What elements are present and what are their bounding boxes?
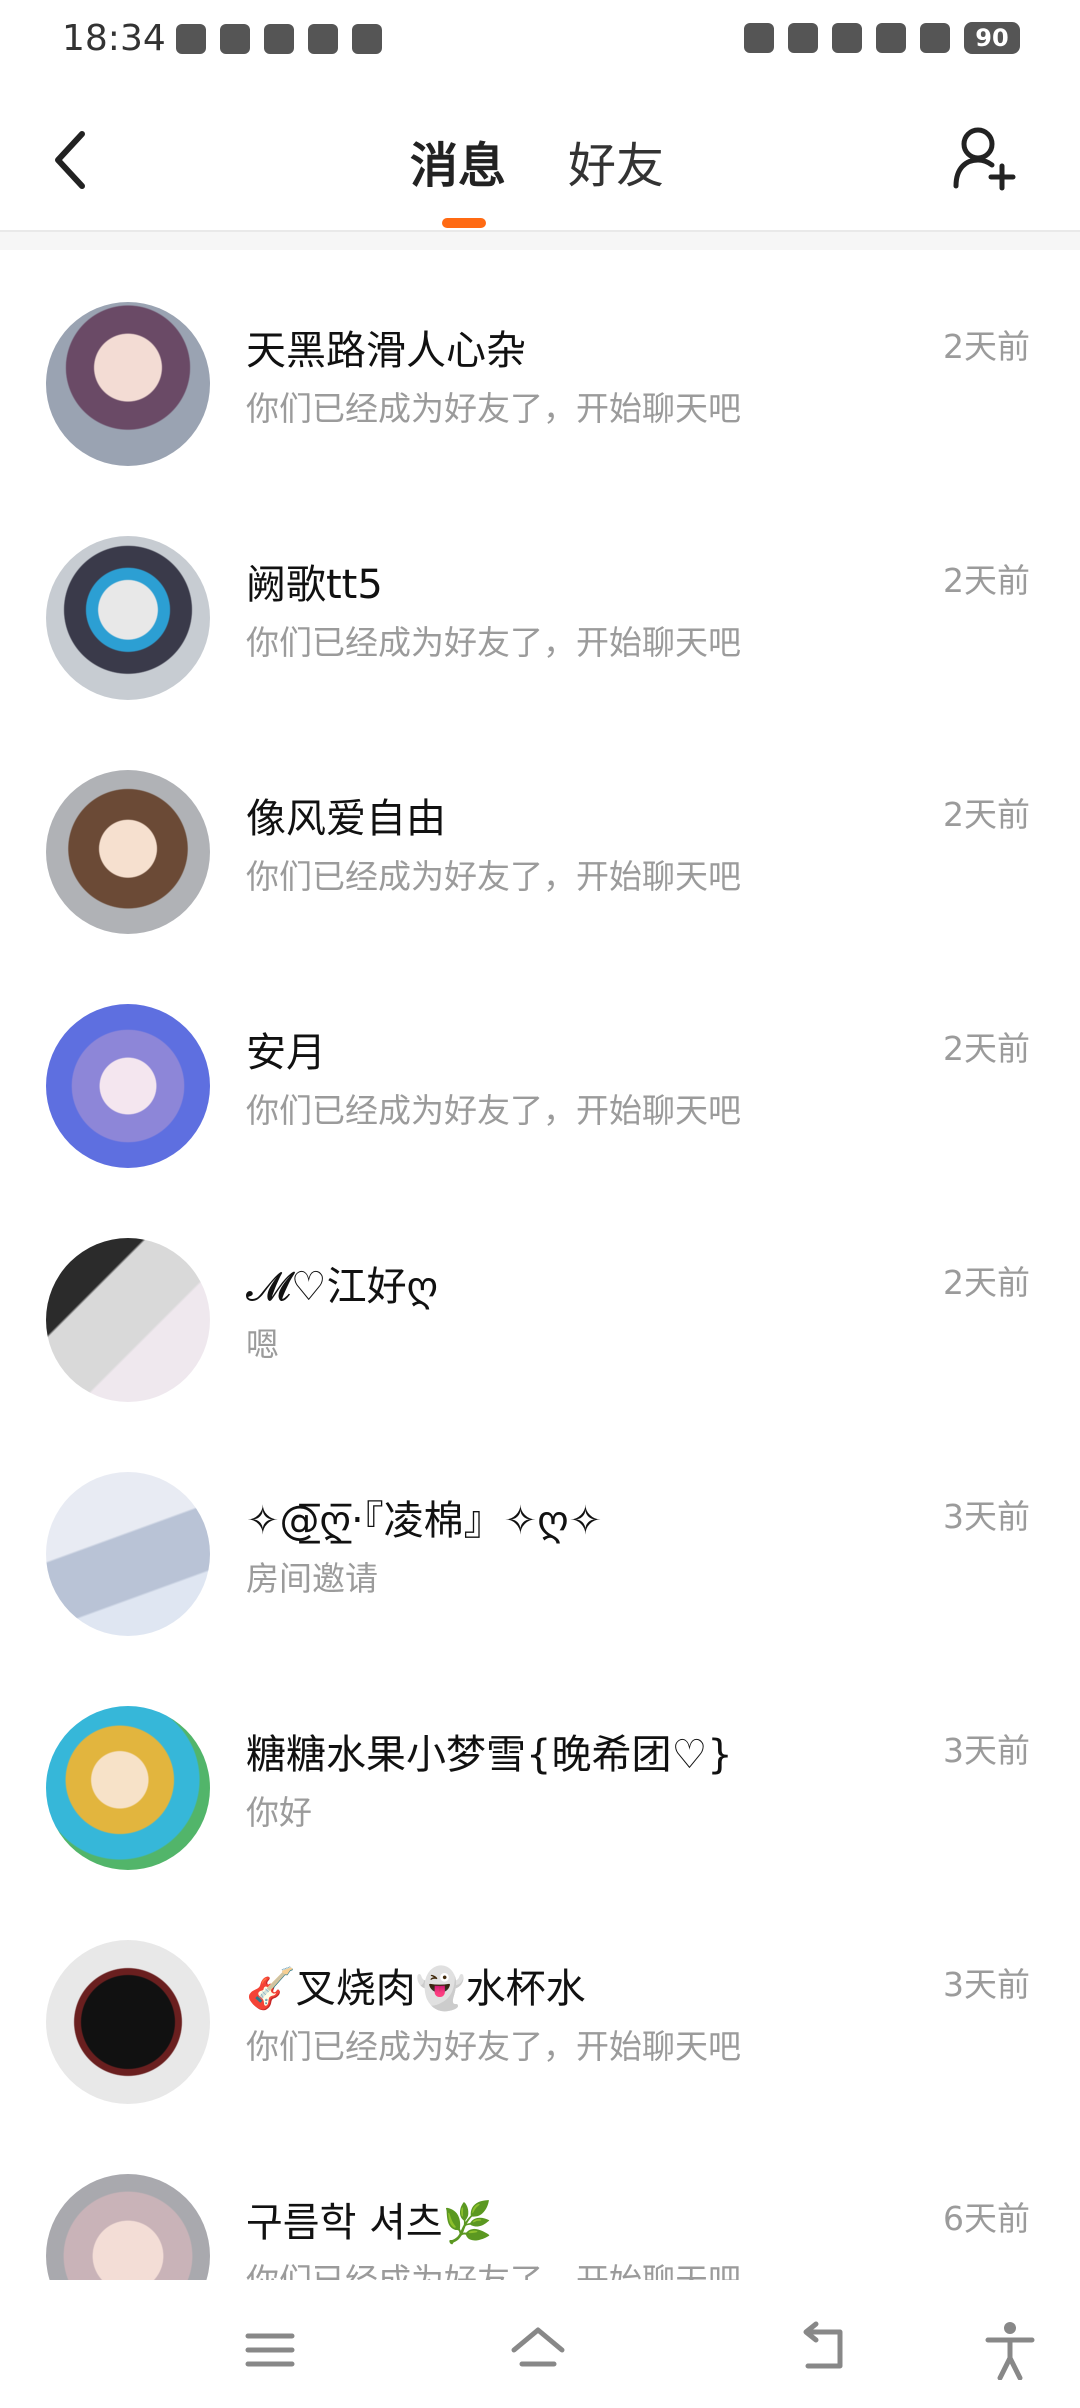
chat-name: 糖糖水果小梦雪{晚希团♡} [246,1732,733,1778]
chat-time: 3天前 [943,1497,1030,1536]
chat-preview: 你们已经成为好友了，开始聊天吧 [246,389,741,428]
chat-item[interactable]: 天黑路滑人心杂 你们已经成为好友了，开始聊天吧 2天前 [0,268,1080,502]
tab-messages[interactable]: 消息 [410,126,506,196]
home-icon [511,2327,565,2367]
chat-time: 2天前 [943,327,1030,366]
chat-item[interactable]: 像风爱自由 你们已经成为好友了，开始聊天吧 2天前 [0,736,1080,970]
back-icon [803,2321,843,2369]
avatar [46,2174,210,2280]
chat-name: 阙歌tt5 [246,562,383,608]
chat-time: 3天前 [943,1731,1030,1770]
chat-item[interactable]: 🎸叉烧肉👻水杯水 你们已经成为好友了，开始聊天吧 3天前 [0,1906,1080,2140]
chat-name: 安月 [246,1030,326,1076]
add-user-icon [953,127,1016,191]
chat-name: 🎸叉烧肉👻水杯水 [246,1966,586,2012]
chat-time: 3天前 [943,1965,1030,2004]
chat-list: 天黑路滑人心杂 你们已经成为好友了，开始聊天吧 2天前 阙歌tt5 你们已经成为… [0,250,1080,2280]
chat-preview: 你好 [246,1793,312,1832]
chat-name: 𝓜♡江好ღ [246,1264,439,1310]
chat-time: 2天前 [943,561,1030,600]
system-nav-bar [0,2280,1080,2408]
avatar [46,1940,210,2104]
avatar [46,1238,210,1402]
wifi-icon [920,23,950,53]
chat-time: 6天前 [943,2199,1030,2238]
chat-preview: 你们已经成为好友了，开始聊天吧 [246,1091,741,1130]
vibrate-icon [788,23,818,53]
chevron-left-icon [55,131,85,189]
avatar [46,1472,210,1636]
mail-icon [308,24,338,54]
chat-preview: 你们已经成为好友了，开始聊天吧 [246,857,741,896]
chat-preview: 你们已经成为好友了，开始聊天吧 [246,623,741,662]
chat-name: 구름학 셔츠🌿 [246,2200,493,2246]
cloud-icon [264,24,294,54]
chat-name: 像风爱自由 [246,796,446,842]
status-bar: 18:34 90 [0,0,1080,84]
chat-item[interactable]: 安月 你们已经成为好友了，开始聊天吧 2天前 [0,970,1080,1204]
alarm-icon [744,23,774,53]
chat-item[interactable]: 糖糖水果小梦雪{晚希团♡} 你好 3天前 [0,1672,1080,1906]
home-button[interactable] [508,2320,568,2380]
chat-name: 天黑路滑人心杂 [246,328,526,374]
add-friend-button[interactable] [950,122,1020,192]
signal-icon [876,23,906,53]
back-button[interactable] [44,120,104,200]
header-band [0,232,1080,250]
menu-icon [245,2333,295,2367]
avatar [46,770,210,934]
status-system-icons: 90 [744,22,1020,54]
avatar [46,1004,210,1168]
header: 消息 好友 [0,84,1080,230]
sync-icon [220,24,250,54]
accessibility-button[interactable] [980,2320,1040,2381]
gear-icon [176,24,206,54]
chat-preview: 你们已经成为好友了，开始聊天吧 [246,2027,741,2066]
play-icon [352,24,382,54]
chat-item[interactable]: 𝓜♡江好ღ 嗯 2天前 [0,1204,1080,1438]
avatar [46,536,210,700]
chat-time: 2天前 [943,1263,1030,1302]
avatar [46,1706,210,1870]
tab-friends[interactable]: 好友 [568,126,664,196]
chat-preview: 你们已经成为好友了，开始聊天吧 [246,2254,741,2280]
chat-time: 2天前 [943,795,1030,834]
avatar [46,302,210,466]
chat-item[interactable]: ✧@̲̅ღ̲̅‧『凌棉』✧ღ✧ 房间邀请 3天前 [0,1438,1080,1672]
accessibility-icon [985,2322,1035,2381]
back-nav-button[interactable] [796,2320,856,2380]
battery-indicator: 90 [964,22,1020,54]
status-notification-icons [176,24,382,54]
chat-name: ✧@̲̅ღ̲̅‧『凌棉』✧ღ✧ [246,1498,603,1544]
chat-preview: 房间邀请 [246,1559,378,1598]
chat-item[interactable]: 阙歌tt5 你们已经成为好友了，开始聊天吧 2天前 [0,502,1080,736]
hd-icon [832,23,862,53]
chat-preview: 嗯 [246,1325,279,1364]
chat-item[interactable]: 구름학 셔츠🌿 你们已经成为好友了，开始聊天吧 6天前 [0,2140,1080,2280]
chat-time: 2天前 [943,1029,1030,1068]
status-time: 18:34 [62,18,166,59]
menu-button[interactable] [240,2320,300,2380]
tab-active-indicator [442,218,486,228]
